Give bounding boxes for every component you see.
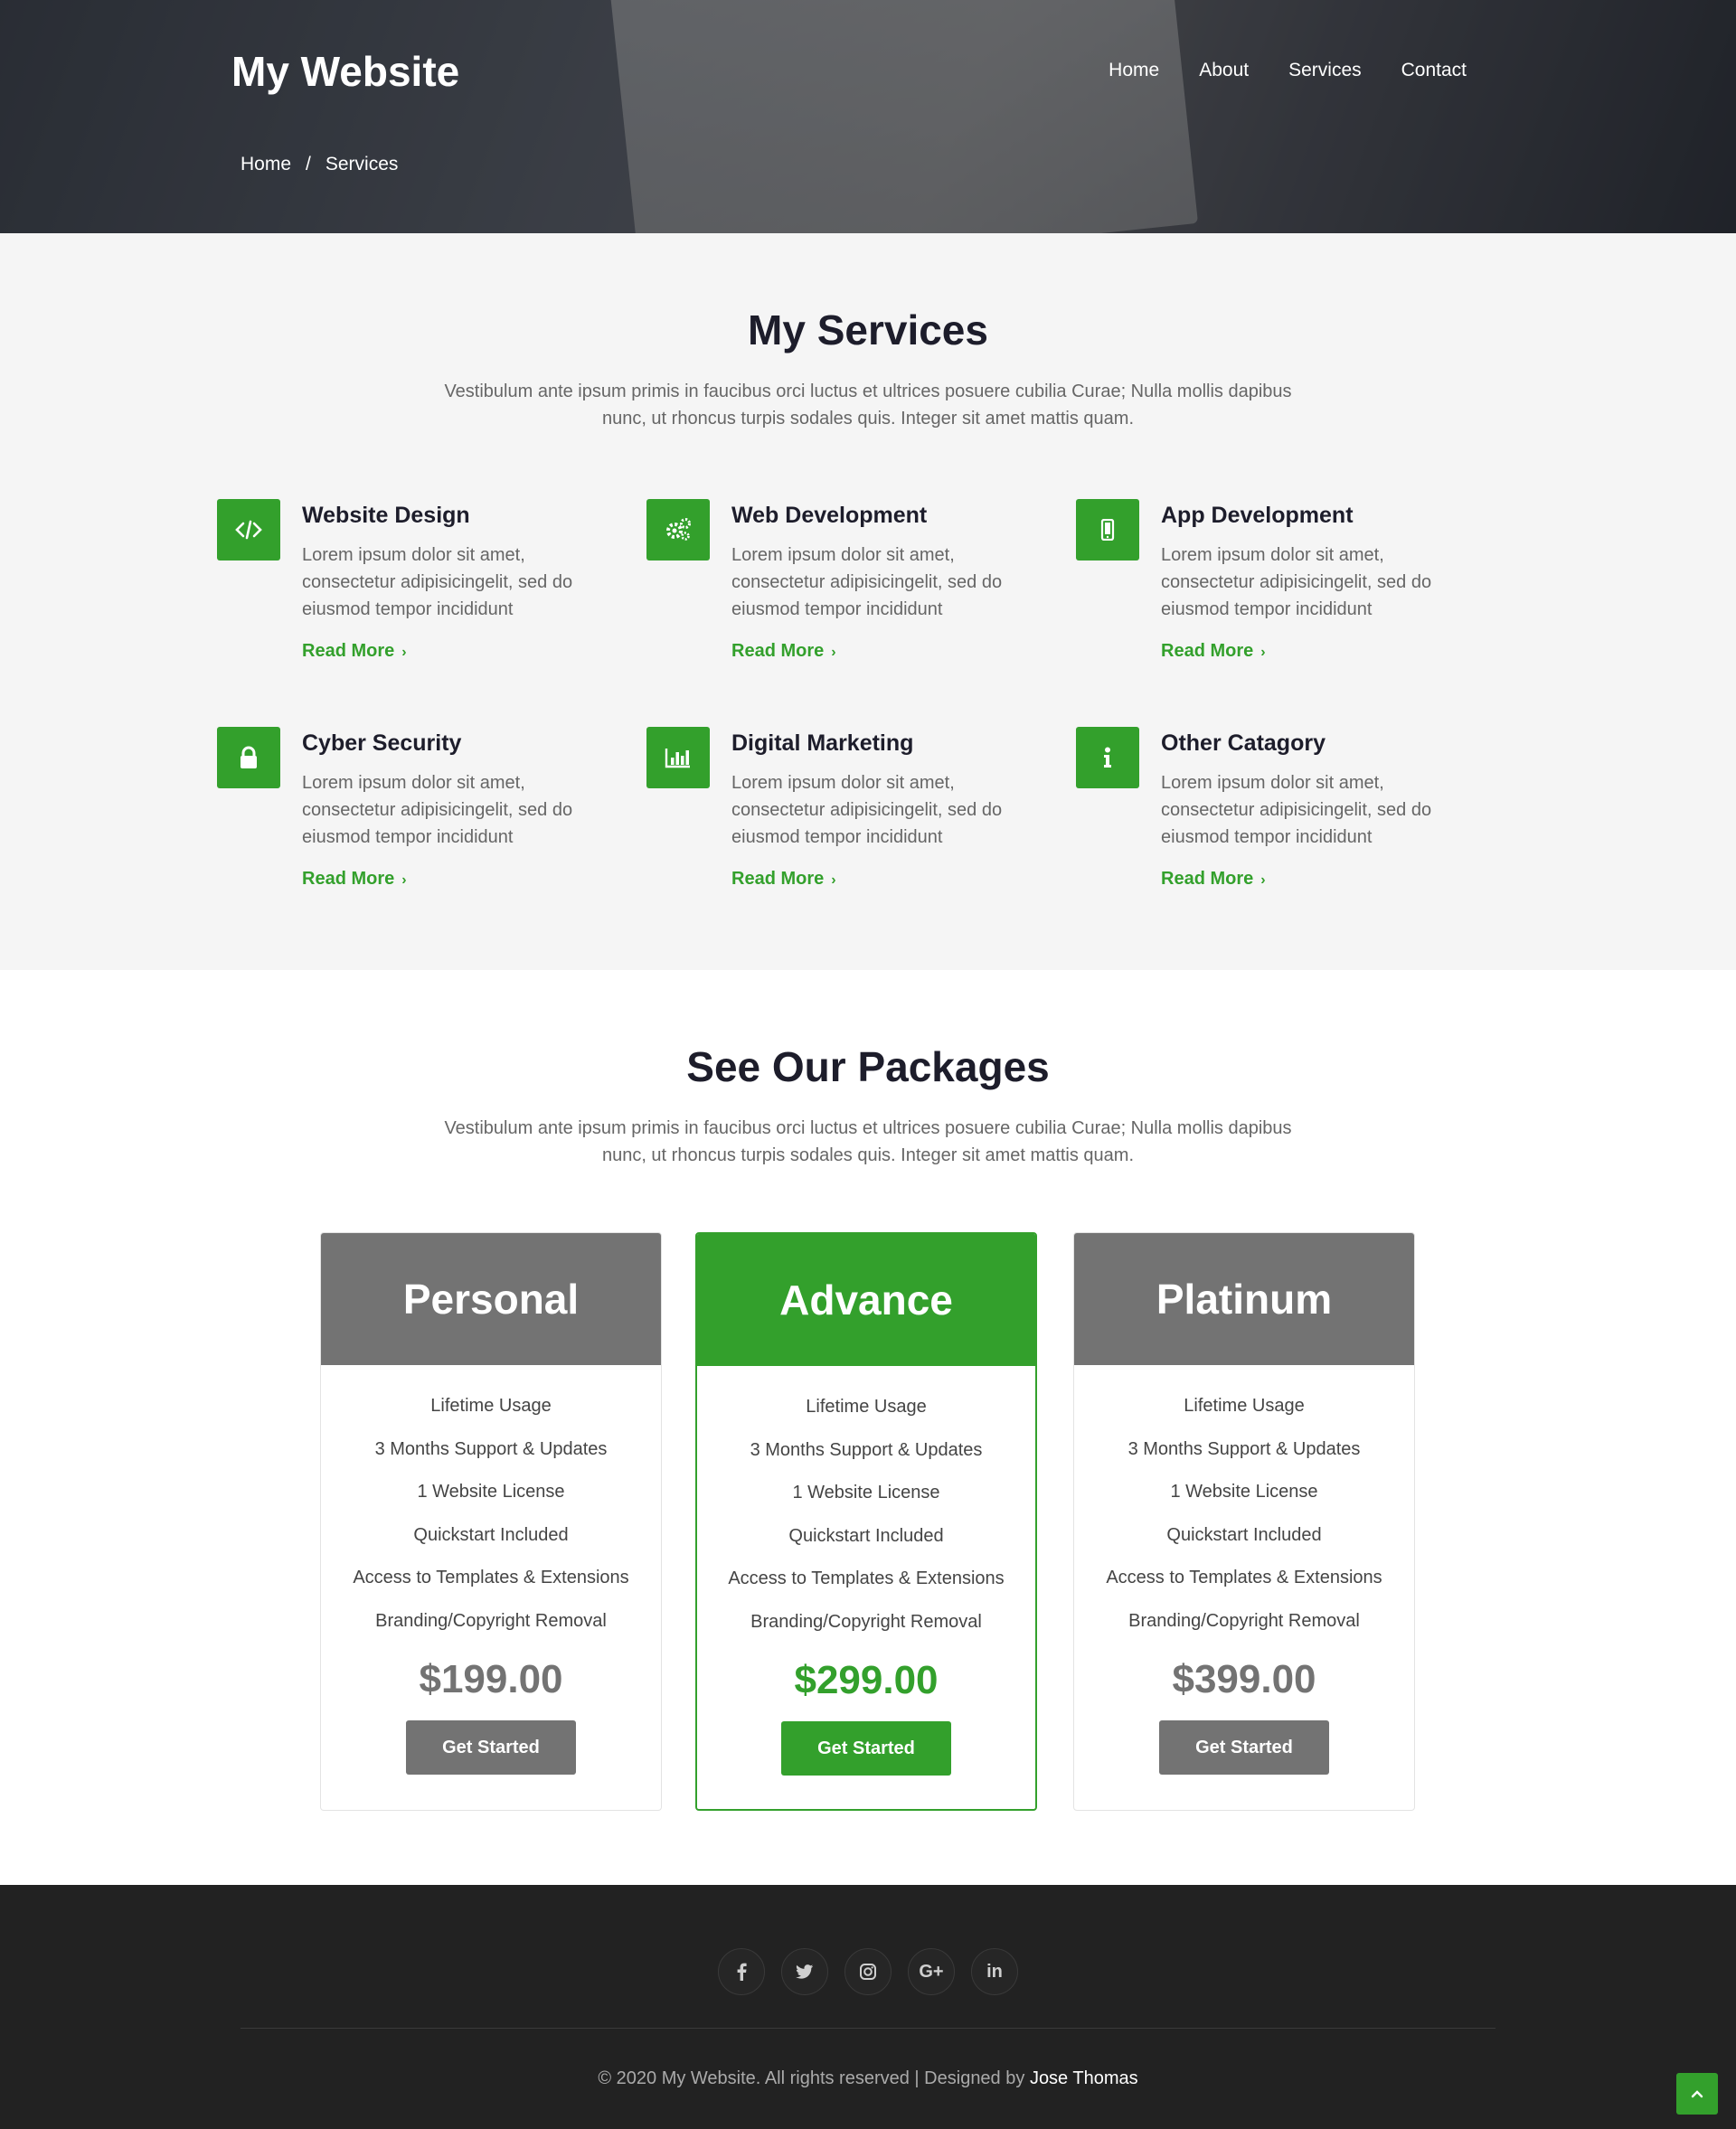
chevron-right-icon: ›	[401, 872, 407, 888]
plan-price: $199.00	[419, 1657, 563, 1701]
plan-name: Advance	[697, 1234, 1035, 1366]
feature-item: Branding/Copyright Removal	[1128, 1610, 1360, 1631]
service-title: Website Design	[302, 503, 470, 528]
instagram-icon[interactable]	[844, 1948, 892, 1995]
pricing-cards: Personal Lifetime Usage 3 Months Support…	[0, 1232, 1736, 1811]
scroll-to-top-button[interactable]	[1676, 2073, 1718, 2115]
read-more-link[interactable]: Read More ›	[731, 641, 836, 662]
bar-chart-icon	[646, 727, 710, 788]
feature-list: Lifetime Usage 3 Months Support & Update…	[697, 1386, 1035, 1644]
chevron-right-icon: ›	[401, 645, 407, 660]
read-more-link[interactable]: Read More ›	[302, 869, 407, 890]
chevron-right-icon: ›	[1260, 645, 1266, 660]
packages-section: See Our Packages Vestibulum ante ipsum p…	[0, 970, 1736, 1885]
services-section: My Services Vestibulum ante ipsum primis…	[0, 233, 1736, 970]
service-text: Lorem ipsum dolor sit amet, consectetur …	[731, 545, 1003, 619]
plan-price: $299.00	[794, 1658, 939, 1702]
lock-icon	[217, 727, 280, 788]
feature-item: Access to Templates & Extensions	[353, 1568, 629, 1587]
breadcrumb-current: Services	[325, 154, 399, 174]
feature-item: Quickstart Included	[1166, 1524, 1322, 1545]
get-started-button[interactable]: Get Started	[1159, 1720, 1329, 1775]
services-grid: Website Design Lorem ipsum dolor sit ame…	[217, 499, 1519, 969]
chevron-right-icon: ›	[831, 645, 836, 660]
feature-list: Lifetime Usage 3 Months Support & Update…	[1074, 1385, 1414, 1643]
mobile-icon	[1076, 499, 1139, 561]
feature-item: Quickstart Included	[788, 1525, 944, 1546]
footer-divider	[241, 2028, 1495, 2029]
plan-name: Platinum	[1074, 1233, 1414, 1365]
pricing-card-personal: Personal Lifetime Usage 3 Months Support…	[320, 1232, 662, 1811]
breadcrumb: Home / Services	[241, 154, 398, 175]
feature-item: 3 Months Support & Updates	[750, 1439, 983, 1460]
feature-item: Lifetime Usage	[806, 1397, 927, 1417]
service-text: Lorem ipsum dolor sit amet, consectetur …	[731, 773, 1003, 847]
feature-item: Branding/Copyright Removal	[750, 1611, 982, 1632]
site-logo[interactable]: My Website	[231, 47, 459, 96]
service-title: Web Development	[731, 503, 928, 528]
feature-item: Access to Templates & Extensions	[728, 1568, 1005, 1588]
site-footer: G+ in © 2020 My Website. All rights rese…	[0, 1885, 1736, 2129]
nav-home[interactable]: Home	[1109, 60, 1159, 81]
plan-name: Personal	[321, 1233, 661, 1365]
service-text: Lorem ipsum dolor sit amet, consectetur …	[302, 545, 573, 619]
service-text: Lorem ipsum dolor sit amet, consectetur …	[1161, 773, 1432, 847]
service-title: App Development	[1161, 503, 1354, 528]
google-plus-icon[interactable]: G+	[908, 1948, 955, 1995]
read-more-link[interactable]: Read More ›	[1161, 869, 1266, 890]
main-nav: Home About Services Contact	[1109, 60, 1467, 81]
nav-contact[interactable]: Contact	[1401, 60, 1467, 81]
service-title: Digital Marketing	[731, 730, 914, 756]
info-icon	[1076, 727, 1139, 788]
feature-item: 3 Months Support & Updates	[374, 1438, 608, 1459]
copyright: © 2020 My Website. All rights reserved |…	[0, 2068, 1736, 2089]
chevron-right-icon: ›	[1260, 872, 1266, 888]
feature-item: 3 Months Support & Updates	[1127, 1438, 1361, 1459]
feature-item: Branding/Copyright Removal	[375, 1610, 607, 1631]
services-subtitle: Vestibulum ante ipsum primis in faucibus…	[444, 382, 1292, 429]
get-started-button[interactable]: Get Started	[406, 1720, 576, 1775]
services-title: My Services	[748, 306, 988, 353]
read-more-link[interactable]: Read More ›	[731, 869, 836, 890]
social-links: G+ in	[0, 1948, 1736, 1995]
author-link[interactable]: Jose Thomas	[1030, 2068, 1138, 2088]
nav-services[interactable]: Services	[1288, 60, 1362, 81]
copyright-text: © 2020 My Website. All rights reserved |…	[598, 2068, 1025, 2088]
gears-icon	[646, 499, 710, 561]
code-icon	[217, 499, 280, 561]
nav-about[interactable]: About	[1199, 60, 1249, 81]
feature-item: 1 Website License	[417, 1482, 565, 1502]
plan-price: $399.00	[1172, 1657, 1316, 1701]
chevron-right-icon: ›	[831, 872, 836, 888]
feature-item: Quickstart Included	[413, 1524, 569, 1545]
feature-item: Lifetime Usage	[430, 1396, 552, 1416]
packages-subtitle: Vestibulum ante ipsum primis in faucibus…	[444, 1118, 1292, 1165]
read-more-link[interactable]: Read More ›	[1161, 641, 1266, 662]
linkedin-icon[interactable]: in	[971, 1948, 1018, 1995]
facebook-icon[interactable]	[718, 1948, 765, 1995]
pricing-card-advance: Advance Lifetime Usage 3 Months Support …	[695, 1232, 1037, 1811]
service-text: Lorem ipsum dolor sit amet, consectetur …	[302, 773, 573, 847]
feature-list: Lifetime Usage 3 Months Support & Update…	[321, 1385, 661, 1643]
pricing-card-platinum: Platinum Lifetime Usage 3 Months Support…	[1073, 1232, 1415, 1811]
twitter-icon[interactable]	[781, 1948, 828, 1995]
feature-item: Lifetime Usage	[1184, 1396, 1305, 1416]
chevron-up-icon	[1691, 2090, 1703, 2098]
breadcrumb-separator: /	[306, 154, 311, 174]
feature-item: 1 Website License	[1170, 1482, 1318, 1502]
packages-title: See Our Packages	[686, 1043, 1050, 1090]
breadcrumb-home[interactable]: Home	[241, 154, 291, 175]
service-title: Other Catagory	[1161, 730, 1326, 756]
feature-item: Access to Templates & Extensions	[1106, 1568, 1382, 1587]
get-started-button[interactable]: Get Started	[781, 1721, 951, 1776]
hero-banner: My Website Home About Services Contact H…	[0, 0, 1736, 233]
service-text: Lorem ipsum dolor sit amet, consectetur …	[1161, 545, 1432, 619]
feature-item: 1 Website License	[792, 1483, 940, 1503]
read-more-link[interactable]: Read More ›	[302, 641, 407, 662]
service-title: Cyber Security	[302, 730, 462, 756]
